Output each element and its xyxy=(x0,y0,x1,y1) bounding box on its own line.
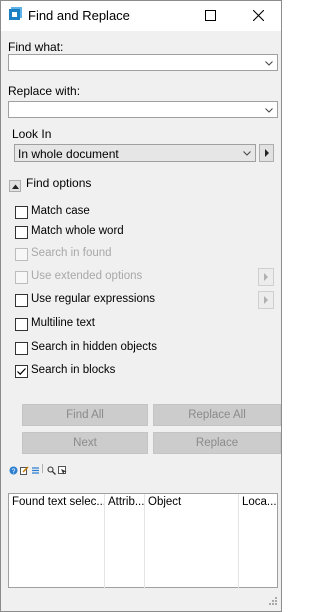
chevron-down-icon xyxy=(265,108,273,113)
use-regular-expressions-label: Use regular expressions xyxy=(31,293,156,305)
look-in-label: Look In xyxy=(12,127,52,141)
search-in-blocks-label: Search in blocks xyxy=(31,364,116,376)
find-what-input[interactable] xyxy=(8,54,278,71)
resize-grip[interactable] xyxy=(266,596,278,611)
use-regular-expressions-checkbox[interactable] xyxy=(15,294,28,307)
use-extended-options-checkbox[interactable] xyxy=(15,271,28,284)
edit-icon[interactable] xyxy=(20,464,29,478)
zoom-icon[interactable] xyxy=(47,464,56,478)
look-in-expand-button[interactable] xyxy=(259,144,274,162)
use-extended-options-label: Use extended options xyxy=(31,270,143,282)
replace-with-label: Replace with: xyxy=(8,84,81,98)
chevron-down-icon xyxy=(265,61,273,66)
close-button[interactable] xyxy=(238,1,278,30)
sort-icon[interactable] xyxy=(31,464,40,478)
look-in-select[interactable]: In whole document xyxy=(14,144,256,162)
find-all-button[interactable]: Find All xyxy=(22,404,148,426)
column-divider xyxy=(104,494,105,589)
match-whole-word-checkbox[interactable] xyxy=(15,226,28,239)
toolbar-separator xyxy=(42,464,43,473)
next-button[interactable]: Next xyxy=(22,432,148,454)
svg-text:?: ? xyxy=(12,468,16,475)
multiline-text-label: Multiline text xyxy=(31,317,95,329)
column-header-object[interactable]: Object xyxy=(145,494,239,511)
find-replace-app-icon xyxy=(8,6,23,21)
column-header-attribute[interactable]: Attrib... xyxy=(105,494,145,511)
replace-with-input[interactable] xyxy=(8,101,278,118)
match-case-checkbox[interactable] xyxy=(15,206,28,219)
look-in-value: In whole document xyxy=(18,147,119,161)
search-in-found-label: Search in found xyxy=(31,247,112,259)
search-in-hidden-objects-label: Search in hidden objects xyxy=(31,341,157,353)
search-in-found-checkbox[interactable] xyxy=(15,248,28,261)
search-in-blocks-checkbox[interactable] xyxy=(15,365,28,378)
find-what-label: Find what: xyxy=(8,40,64,54)
maximize-icon xyxy=(204,10,216,21)
find-options-label: Find options xyxy=(26,176,92,190)
match-whole-word-label: Match whole word xyxy=(31,225,124,237)
caret-right-icon xyxy=(264,273,268,281)
select-icon[interactable] xyxy=(58,464,67,478)
column-divider xyxy=(238,494,239,589)
use-regular-expressions-expand-button[interactable] xyxy=(258,291,274,309)
chevron-down-icon xyxy=(243,151,251,156)
search-in-hidden-objects-checkbox[interactable] xyxy=(15,342,28,355)
replace-all-button[interactable]: Replace All xyxy=(153,404,281,426)
column-divider xyxy=(144,494,145,589)
find-options-toggle[interactable] xyxy=(9,180,21,192)
use-extended-options-expand-button[interactable] xyxy=(258,268,274,286)
multiline-text-checkbox[interactable] xyxy=(15,318,28,331)
help-icon[interactable]: ? xyxy=(9,464,18,478)
column-header-location[interactable]: Loca... xyxy=(239,494,279,511)
replace-button[interactable]: Replace xyxy=(153,432,281,454)
window-title: Find and Replace xyxy=(28,8,130,23)
column-header-found-text[interactable]: Found text selec... xyxy=(9,494,105,511)
close-icon xyxy=(252,10,264,21)
results-grid[interactable]: Found text selec... Attrib... Object Loc… xyxy=(8,493,279,589)
caret-up-icon xyxy=(11,184,19,189)
match-case-label: Match case xyxy=(31,205,90,217)
caret-right-icon xyxy=(264,149,269,157)
checkmark-icon xyxy=(17,368,26,376)
caret-right-icon xyxy=(264,296,268,304)
maximize-button[interactable] xyxy=(190,1,230,30)
